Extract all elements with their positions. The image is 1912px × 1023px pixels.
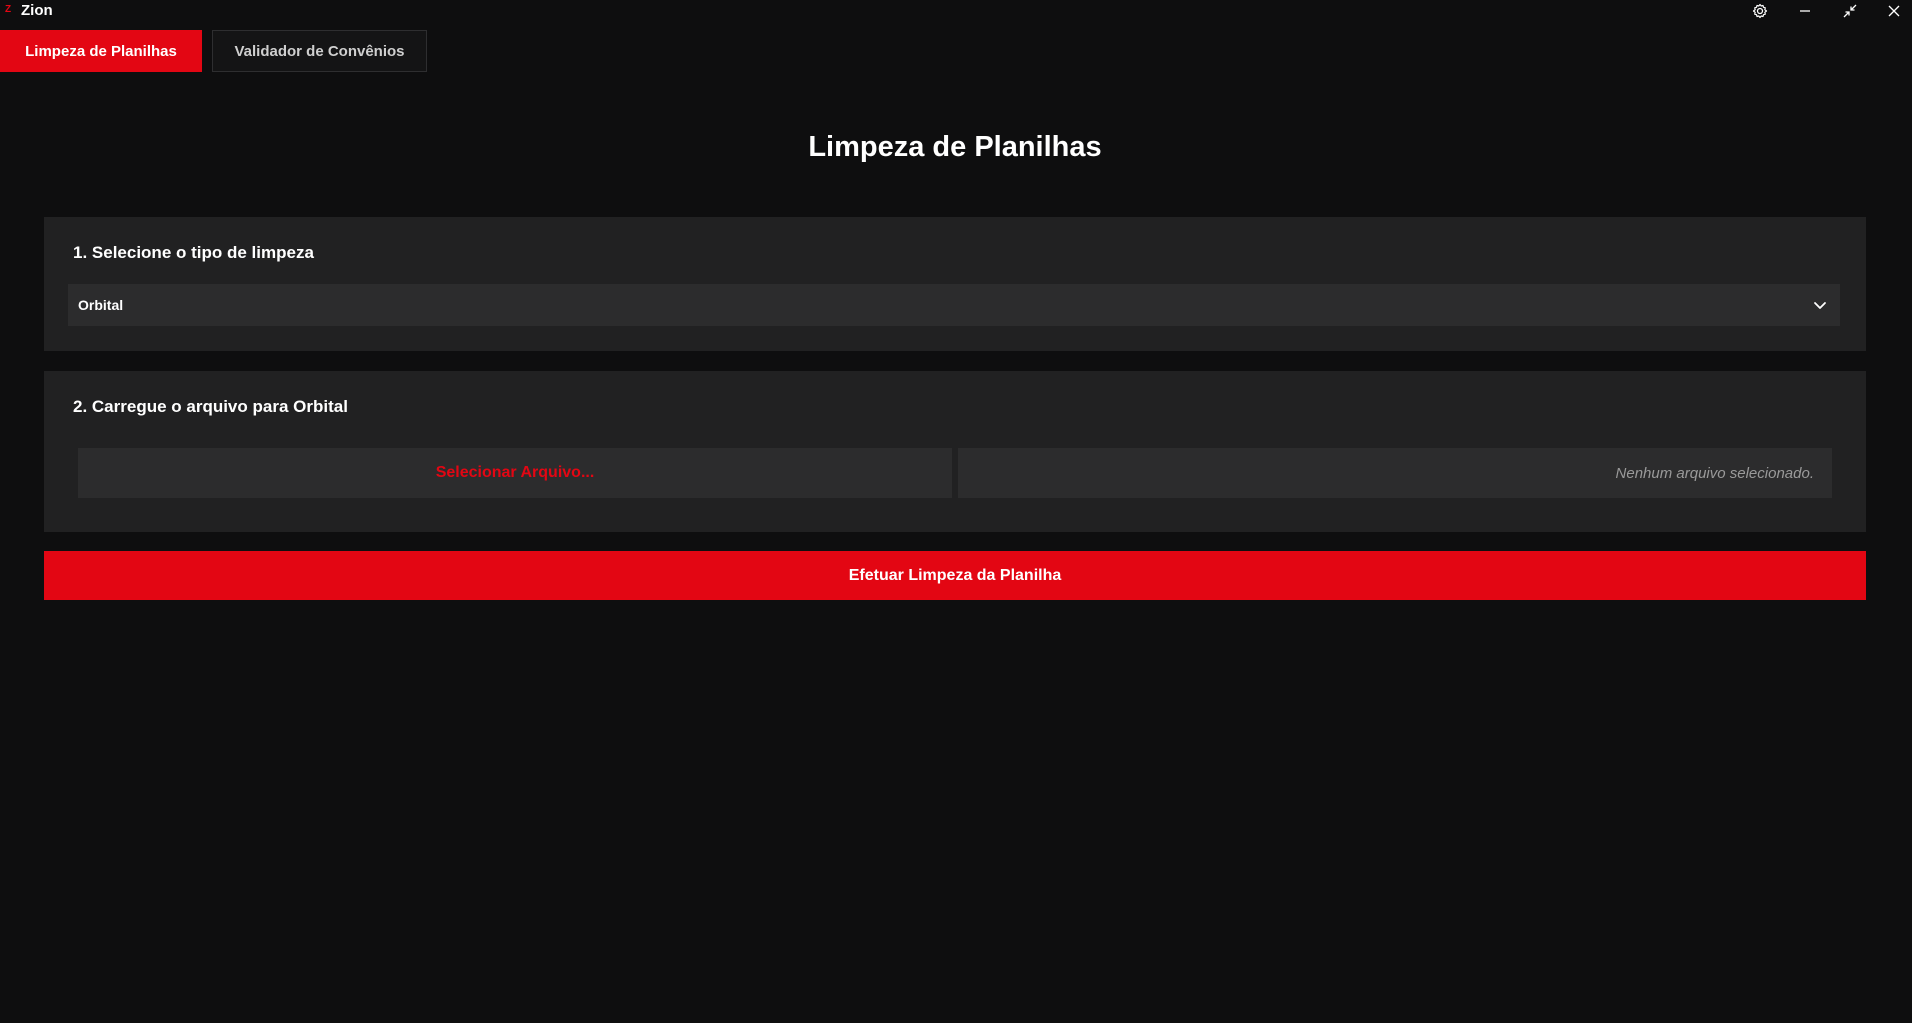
selected-cleaning-type: Orbital xyxy=(78,297,124,313)
step-2-heading: 2. Carregue o arquivo para Orbital xyxy=(73,397,348,416)
cleaning-type-select[interactable]: Orbital xyxy=(68,284,1840,326)
page-title: Limpeza de Planilhas xyxy=(808,131,1102,163)
settings-button[interactable] xyxy=(1746,0,1774,22)
cleaning-type-panel: 1. Selecione o tipo de limpeza Orbital xyxy=(44,217,1866,351)
file-status-text: Nenhum arquivo selecionado. xyxy=(958,448,1832,498)
select-file-button[interactable]: Selecionar Arquivo... xyxy=(78,448,952,498)
step-1-heading: 1. Selecione o tipo de limpeza xyxy=(73,243,314,262)
close-icon xyxy=(1888,5,1900,17)
close-button[interactable] xyxy=(1880,0,1908,22)
file-upload-panel: 2. Carregue o arquivo para Orbital Selec… xyxy=(44,371,1866,532)
restore-button[interactable] xyxy=(1836,0,1864,22)
file-status-label: Nenhum arquivo selecionado. xyxy=(1615,464,1814,482)
minimize-icon xyxy=(1800,10,1810,12)
tab-limpeza-de-planilhas[interactable]: Limpeza de Planilhas xyxy=(0,30,202,72)
app-title: Zion xyxy=(21,2,53,19)
tab-bar: Limpeza de Planilhas Validador de Convên… xyxy=(0,30,500,72)
minimize-button[interactable] xyxy=(1791,0,1819,22)
restore-icon xyxy=(1843,4,1857,18)
tab-validador-de-convenios[interactable]: Validador de Convênios xyxy=(212,30,427,72)
app-logo: Z xyxy=(5,4,12,15)
title-bar: Z Zion xyxy=(0,0,1912,22)
run-cleaning-button[interactable]: Efetuar Limpeza da Planilha xyxy=(44,551,1866,600)
chevron-down-icon xyxy=(1814,302,1826,309)
gear-icon xyxy=(1752,3,1768,19)
